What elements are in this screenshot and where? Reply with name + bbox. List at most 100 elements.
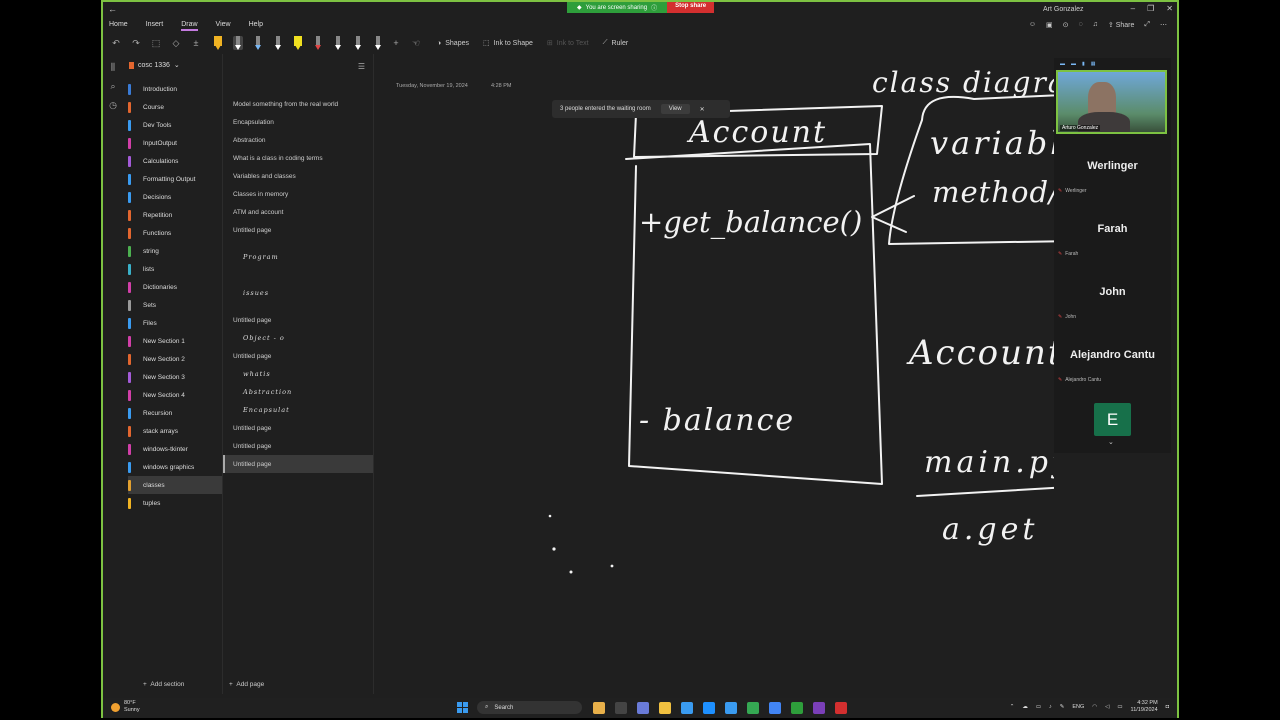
lightbulb-icon[interactable]: ◌ — [1078, 21, 1082, 29]
insert-space-icon[interactable]: ± — [189, 38, 203, 48]
page-item[interactable]: What is a class in coding terms — [223, 149, 373, 167]
grid-view-icon[interactable]: ▦ — [1091, 61, 1096, 67]
section-item[interactable]: New Section 4 — [128, 386, 222, 404]
section-item[interactable]: string — [128, 242, 222, 260]
stop-share-button[interactable]: Stop share — [667, 2, 715, 13]
section-item[interactable]: Dictionaries — [128, 278, 222, 296]
undo-icon[interactable]: ↶ — [109, 38, 123, 49]
page-item[interactable]: Model something from the real world — [223, 95, 373, 113]
speaker-view-icon[interactable]: ▬ — [1071, 61, 1076, 67]
add-page-button[interactable]: + Add page — [229, 681, 264, 688]
ink-to-text-button[interactable]: ⊞ Ink to Text — [547, 39, 589, 48]
ink-to-shape-button[interactable]: ⬚ Ink to Shape — [483, 39, 533, 48]
taskbar-app-icon[interactable] — [747, 702, 759, 714]
page-item[interactable]: whatis — [223, 365, 373, 383]
taskbar-app-icon[interactable] — [835, 702, 847, 714]
expand-icon[interactable]: ⤢ — [1144, 21, 1150, 29]
page-item[interactable]: issues — [223, 275, 373, 311]
highlighter-yellow[interactable] — [293, 36, 303, 50]
share-button[interactable]: ⇪ Share — [1108, 21, 1135, 29]
section-item[interactable]: Course — [128, 98, 222, 116]
sort-icon[interactable]: ☰ — [358, 62, 365, 71]
tab-view[interactable]: View — [216, 21, 231, 31]
volume-icon[interactable]: ◁ — [1105, 704, 1109, 710]
page-item[interactable]: Encapsulat — [223, 401, 373, 419]
taskbar-app-icon[interactable] — [769, 702, 781, 714]
taskbar-app-icon[interactable] — [615, 702, 627, 714]
ruler-button[interactable]: ⟋ Ruler — [603, 39, 629, 47]
language-indicator[interactable]: ENG — [1072, 704, 1084, 710]
page-item[interactable]: Untitled page — [223, 455, 373, 473]
notification-icon[interactable]: ◘ — [1166, 704, 1169, 710]
taskbar-app-icon[interactable] — [813, 702, 825, 714]
tab-draw[interactable]: Draw — [181, 21, 198, 31]
battery-icon[interactable]: ▭ — [1117, 704, 1122, 710]
tab-home[interactable]: Home — [109, 21, 128, 31]
chevron-up-icon[interactable]: ⌃ — [1010, 704, 1015, 710]
notebook-icon[interactable]: ▣ — [1046, 21, 1053, 29]
pen-white[interactable] — [233, 36, 243, 50]
section-item[interactable]: New Section 2 — [128, 350, 222, 368]
section-item[interactable]: Formatting Output — [128, 170, 222, 188]
section-item[interactable]: Files — [128, 314, 222, 332]
taskbar-app-icon[interactable] — [703, 702, 715, 714]
shapes-button[interactable]: ◑ Shapes — [437, 40, 469, 47]
page-item[interactable]: Abstraction — [223, 131, 373, 149]
page-item[interactable]: Untitled page — [223, 221, 373, 239]
avatar[interactable]: E — [1094, 403, 1131, 436]
cloud-icon[interactable]: ☁ — [1022, 704, 1028, 710]
search-icon[interactable]: ⌕ — [103, 81, 123, 92]
taskbar-app-icon[interactable] — [659, 702, 671, 714]
page-item[interactable]: Untitled page — [223, 347, 373, 365]
section-item[interactable]: windows graphics — [128, 458, 222, 476]
page-canvas[interactable]: Tuesday, November 19, 2024 4:28 PM class… — [374, 54, 1054, 694]
section-item[interactable]: classes — [128, 476, 222, 494]
weather-widget[interactable]: 80°F Sunny — [111, 700, 140, 714]
page-item[interactable]: ATM and account — [223, 203, 373, 221]
pen-icon[interactable]: ✎ — [1060, 704, 1065, 710]
tab-help[interactable]: Help — [249, 21, 263, 31]
section-item[interactable]: New Section 3 — [128, 368, 222, 386]
ink-drawing[interactable]: class diagram Account +get_balance() - b… — [374, 54, 1054, 694]
taskbar-app-icon[interactable] — [593, 702, 605, 714]
pen-white-3[interactable] — [333, 36, 343, 50]
section-item[interactable]: Introduction — [128, 80, 222, 98]
minimize-panel-icon[interactable]: ▬ — [1060, 61, 1065, 67]
pen-blue[interactable] — [253, 36, 263, 50]
section-item[interactable]: InputOutput — [128, 134, 222, 152]
more-icon[interactable]: ⋯ — [1160, 21, 1167, 29]
back-arrow-icon[interactable]: ← — [108, 4, 117, 14]
touch-draw-icon[interactable]: ☜ — [409, 38, 423, 49]
section-item[interactable]: Decisions — [128, 188, 222, 206]
taskbar-clock[interactable]: 4:32 PM 11/19/2024 — [1131, 700, 1158, 714]
recent-icon[interactable]: ◷ — [103, 100, 123, 111]
windows-start-icon[interactable] — [457, 702, 468, 713]
bell-icon[interactable]: ♫ — [1093, 21, 1098, 29]
section-item[interactable]: Functions — [128, 224, 222, 242]
info-icon[interactable]: ⓘ — [651, 3, 657, 12]
page-item[interactable]: Untitled page — [223, 437, 373, 455]
pen-white-2[interactable] — [273, 36, 283, 50]
section-item[interactable]: lists — [128, 260, 222, 278]
section-item[interactable]: Sets — [128, 296, 222, 314]
section-item[interactable]: Calculations — [128, 152, 222, 170]
mic-icon[interactable]: ♪ — [1049, 704, 1052, 710]
participant-name[interactable]: John — [1054, 286, 1171, 298]
sticky-notes-icon[interactable]: ☺ — [1029, 21, 1036, 29]
pen-white-5[interactable] — [373, 36, 383, 50]
chevron-down-icon[interactable]: ⌄ — [1108, 438, 1114, 446]
add-pen-icon[interactable]: + — [389, 38, 403, 48]
notebooks-icon[interactable]: ⫼ — [103, 62, 123, 73]
participant-name[interactable]: Farah — [1054, 223, 1171, 235]
add-section-button[interactable]: + Add section — [143, 681, 184, 688]
page-item[interactable]: Encapsulation — [223, 113, 373, 131]
close-icon[interactable]: ✕ — [700, 106, 705, 113]
redo-icon[interactable]: ↷ — [129, 38, 143, 49]
page-item[interactable]: Abstraction — [223, 383, 373, 401]
eraser-icon[interactable]: ◇ — [169, 38, 183, 49]
maximize-icon[interactable]: ❐ — [1147, 4, 1154, 13]
minimize-icon[interactable]: – — [1131, 4, 1135, 13]
gallery-view-icon[interactable]: ▮ — [1082, 61, 1085, 67]
highlighter-pen[interactable] — [213, 36, 223, 50]
section-item[interactable]: tuples — [128, 494, 222, 512]
